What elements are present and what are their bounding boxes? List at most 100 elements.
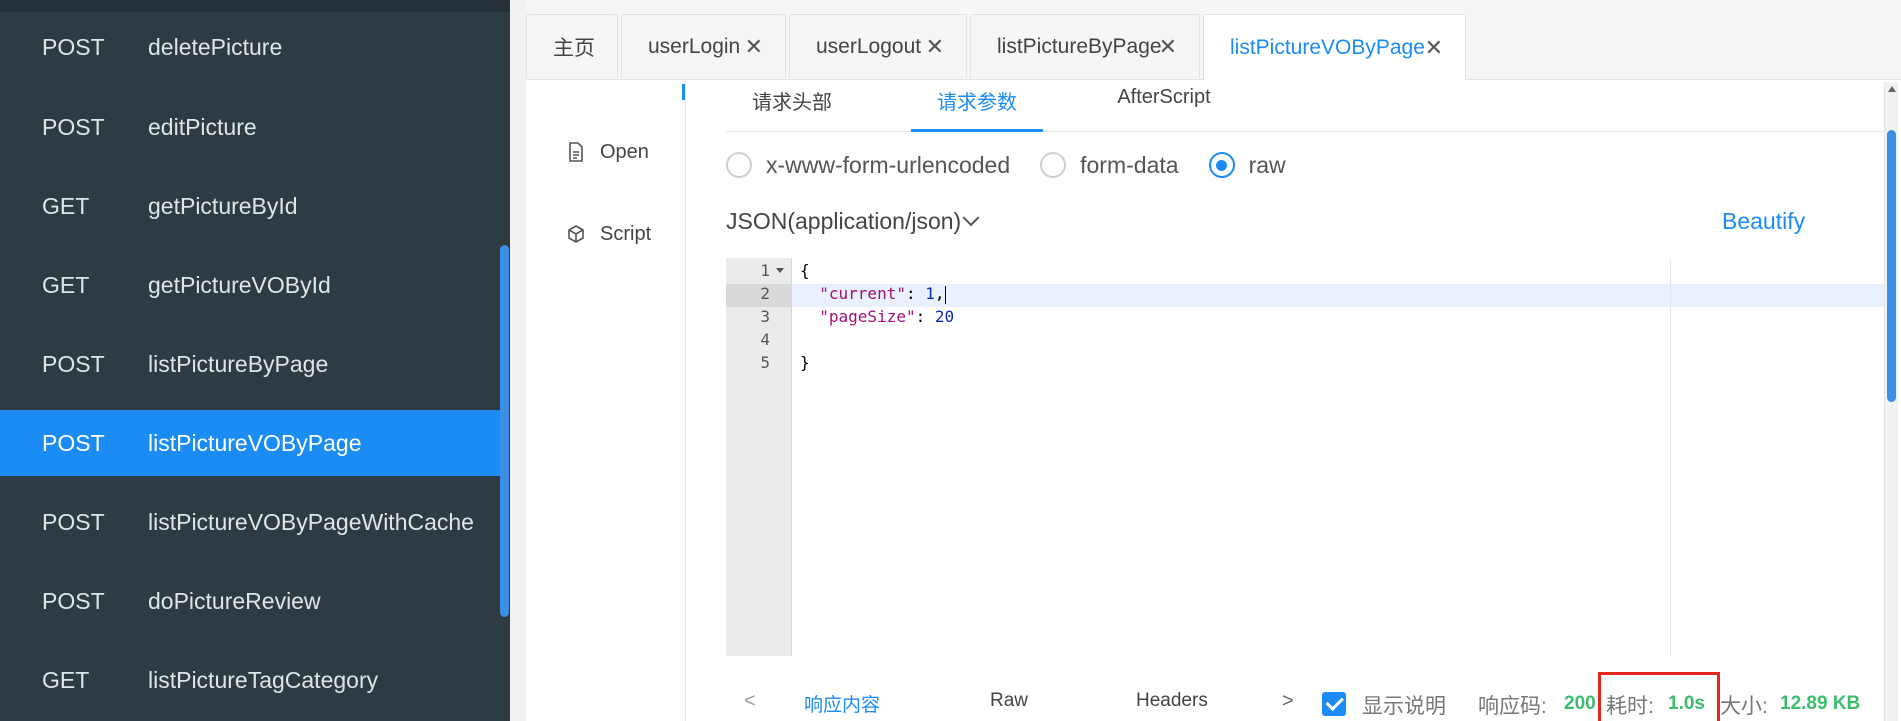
chevron-down-icon <box>962 208 980 226</box>
open-nav-item[interactable]: Open <box>564 140 649 164</box>
tab-label: userLogout <box>816 34 922 58</box>
tab-response-headers[interactable]: Headers <box>1136 690 1208 712</box>
json-comma: , <box>934 284 945 303</box>
radio-label: x-www-form-urlencoded <box>766 151 1011 178</box>
prev-tab-arrow[interactable]: < <box>744 690 756 713</box>
radio-circle-selected[interactable] <box>1208 152 1235 178</box>
print-margin <box>1670 258 1671 656</box>
sidebar-item-list-picture-vo-by-page-with-cache[interactable]: POST listPictureVOByPageWithCache <box>0 489 500 555</box>
tab-user-login[interactable]: userLogin ✕ <box>621 14 786 78</box>
http-method: POST <box>42 113 105 140</box>
tab-user-logout[interactable]: userLogout ✕ <box>789 14 967 78</box>
close-icon[interactable]: ✕ <box>745 34 763 60</box>
sidebar-item-do-picture-review[interactable]: POST doPictureReview <box>0 568 500 634</box>
line-number: 1 <box>760 261 770 280</box>
json-key: "pageSize" <box>819 307 916 326</box>
cube-icon <box>564 222 588 246</box>
scroll-up-arrow-icon[interactable] <box>1888 86 1896 92</box>
sidebar-item-list-picture-by-page[interactable]: POST listPictureByPage <box>0 331 500 397</box>
endpoint-name: listPictureTagCategory <box>148 666 379 693</box>
sidebar-item-delete-picture[interactable]: POST deletePicture <box>0 14 500 80</box>
code-line: "current": 1, <box>800 284 946 304</box>
beautify-button[interactable]: Beautify <box>1722 208 1805 235</box>
content-type-value: JSON(application/json) <box>726 208 962 234</box>
subtab-label: 请求头部 <box>752 92 832 114</box>
endpoint-name: listPictureVOByPageWithCache <box>148 508 474 535</box>
tab-response-raw[interactable]: Raw <box>990 690 1028 712</box>
line-number: 4 <box>760 330 770 349</box>
code-line: "pageSize": 20 <box>800 307 954 326</box>
tab-response-content[interactable]: 响应内容 <box>804 690 880 717</box>
tab-bar: 主页 userLogin ✕ userLogout ✕ listPictureB… <box>526 0 1901 80</box>
radio-label: form-data <box>1080 151 1179 178</box>
body-type-radios: x-www-form-urlencoded form-data raw <box>726 148 1316 182</box>
panel-divider[interactable] <box>510 0 526 721</box>
size-label: 大小: <box>1720 695 1768 718</box>
close-icon[interactable]: ✕ <box>926 34 944 60</box>
line-number: 5 <box>760 353 770 372</box>
endpoint-name: getPictureVOById <box>148 271 331 298</box>
radio-circle[interactable] <box>1040 152 1067 178</box>
tab-list-picture-vo-by-page[interactable]: listPictureVOByPage ✕ <box>1203 14 1466 80</box>
radio-raw[interactable]: raw <box>1208 152 1286 179</box>
http-method: GET <box>42 271 90 298</box>
sidebar-item-list-picture-tag-category[interactable]: GET listPictureTagCategory <box>0 647 500 713</box>
show-desc-label: 显示说明 <box>1362 695 1446 718</box>
script-nav-item[interactable]: Script <box>564 222 651 246</box>
script-label: Script <box>600 222 652 245</box>
subtab-afterscript[interactable]: AfterScript <box>1098 86 1230 132</box>
tab-label: listPictureVOByPage <box>1230 35 1425 59</box>
sidebar-item-get-picture-vo-by-id[interactable]: GET getPictureVOById <box>0 252 500 318</box>
tab-home[interactable]: 主页 <box>526 14 618 78</box>
subtab-label: 请求参数 <box>937 92 1017 114</box>
json-body-editor[interactable]: 1 2 3 4 5 { "current": 1, "pageSize": 20… <box>726 258 1886 656</box>
subtab-params[interactable]: 请求参数 <box>911 86 1043 132</box>
radio-formdata[interactable]: form-data <box>1040 151 1179 179</box>
brace-close: } <box>800 353 810 372</box>
http-method: POST <box>42 508 105 535</box>
sidebar-scrollbar[interactable] <box>500 245 509 617</box>
main-scrollbar-thumb[interactable] <box>1887 130 1896 402</box>
api-sidebar: POST deletePicture POST editPicture GET … <box>0 0 510 721</box>
code-line: } <box>800 353 810 372</box>
brace-open: { <box>800 261 810 280</box>
http-method: POST <box>42 350 105 377</box>
json-key: "current" <box>819 284 906 303</box>
status-code-value: 200 <box>1564 693 1596 714</box>
sidebar-item-get-picture-by-id[interactable]: GET getPictureById <box>0 173 500 239</box>
nav-active-marker <box>682 84 685 100</box>
radio-urlencoded[interactable]: x-www-form-urlencoded <box>726 152 1010 179</box>
json-sep: : <box>905 284 926 303</box>
radio-circle[interactable] <box>726 152 752 178</box>
subtab-label: AfterScript <box>1117 86 1211 108</box>
annotation-highlight-box <box>1598 672 1720 721</box>
active-line-highlight <box>792 284 1886 307</box>
document-icon <box>564 140 588 164</box>
sidebar-item-edit-picture[interactable]: POST editPicture <box>0 94 500 160</box>
request-subtabs: 请求头部 请求参数 AfterScript <box>726 80 1886 132</box>
json-sep: : <box>915 307 935 326</box>
fold-arrow-icon[interactable] <box>776 268 784 273</box>
endpoint-name: deletePicture <box>148 33 283 60</box>
size-value: 12.89 KB <box>1780 693 1861 714</box>
sidebar-top-edge <box>0 0 510 12</box>
endpoint-name: getPictureById <box>148 192 298 219</box>
endpoint-name: editPicture <box>148 113 257 140</box>
json-value: 20 <box>934 307 955 326</box>
text-caret <box>944 285 946 304</box>
show-desc-checkbox[interactable] <box>1322 692 1346 716</box>
close-icon[interactable]: ✕ <box>1159 34 1177 60</box>
next-tab-arrow[interactable]: > <box>1282 690 1294 713</box>
sidebar-item-list-picture-vo-by-page[interactable]: POST listPictureVOByPage <box>0 410 500 476</box>
tab-list-picture-by-page[interactable]: listPictureByPage ✕ <box>970 14 1200 78</box>
tab-label: 主页 <box>553 36 595 60</box>
content-type-dropdown[interactable]: JSON(application/json) <box>726 208 980 235</box>
open-label: Open <box>600 140 649 163</box>
tab-label: userLogin <box>648 34 741 58</box>
subtab-headers[interactable]: 请求头部 <box>726 86 858 132</box>
status-code-label: 响应码: <box>1478 695 1547 718</box>
line-number: 3 <box>760 307 770 326</box>
http-method: GET <box>42 666 90 693</box>
close-icon[interactable]: ✕ <box>1425 35 1443 61</box>
http-method: POST <box>42 587 105 614</box>
